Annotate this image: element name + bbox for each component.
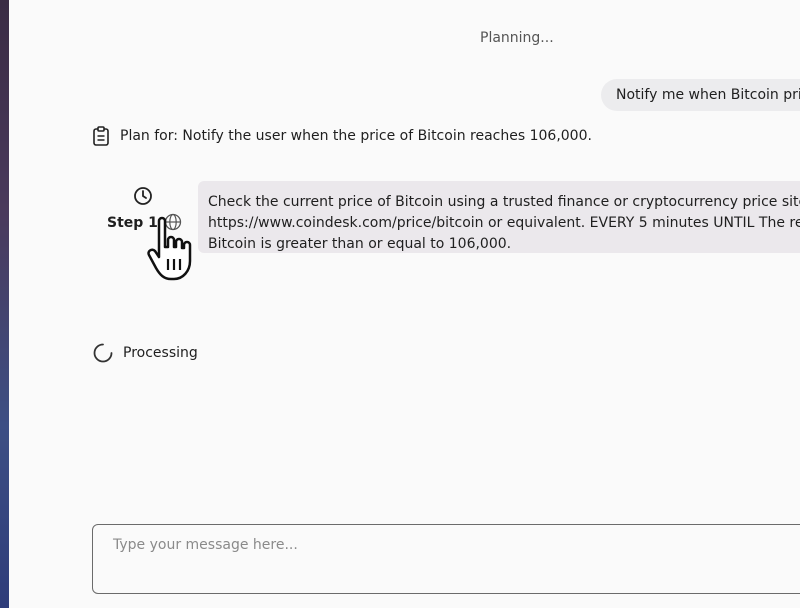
message-composer	[92, 524, 800, 594]
message-input[interactable]	[93, 525, 800, 593]
planning-status: Planning...	[480, 30, 554, 46]
window-edge	[0, 0, 9, 608]
hand-cursor-icon	[147, 216, 192, 281]
processing-label: Processing	[123, 345, 198, 361]
clock-icon	[134, 187, 152, 205]
step-line: Check the current price of Bitcoin using…	[208, 194, 800, 210]
step-line: https://www.coindesk.com/price/bitcoin o…	[208, 215, 800, 231]
user-message-bubble: Notify me when Bitcoin price reaches 106…	[601, 79, 800, 111]
step-1-description: Check the current price of Bitcoin using…	[198, 181, 800, 253]
plan-header: Plan for: Notify the user when the price…	[92, 126, 592, 146]
clipboard-icon	[93, 126, 109, 146]
spinner-icon	[93, 343, 113, 363]
plan-title: Plan for: Notify the user when the price…	[120, 128, 592, 144]
step-line: Bitcoin is greater than or equal to 106,…	[208, 236, 512, 252]
processing-indicator: Processing	[92, 342, 198, 364]
